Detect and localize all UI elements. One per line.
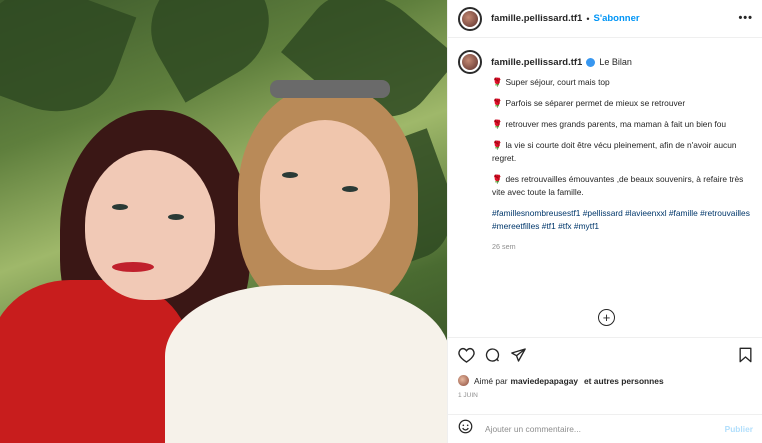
caption-header: famille.pellissard.tf1 Le Bilan (458, 50, 756, 74)
caption-line-text: Super séjour, court mais top (505, 77, 610, 87)
action-icons (458, 347, 527, 363)
rose-emoji-icon: 🌹 (492, 77, 503, 87)
woman-left-red-top (0, 280, 190, 443)
post-caption: famille.pellissard.tf1 Le Bilan 🌹 Super s… (458, 50, 756, 251)
caption-line-text: retrouver mes grands parents, ma maman à… (505, 119, 727, 129)
caption-line-text: Parfois se séparer permet de mieux se re… (505, 98, 686, 108)
save-bookmark-icon[interactable] (738, 347, 753, 368)
background-leaf (0, 0, 137, 131)
post-date[interactable]: 1 JUIN (458, 392, 478, 399)
caption-avatar[interactable] (458, 50, 482, 74)
woman-right-white-top (165, 285, 447, 443)
post-header: famille.pellissard.tf1 • S'abonner ••• (448, 0, 762, 38)
comment-input[interactable] (485, 424, 705, 434)
rose-emoji-icon: 🌹 (492, 98, 503, 108)
caption-line: 🌹 retrouver mes grands parents, ma maman … (492, 118, 756, 131)
verified-badge-icon (586, 57, 596, 67)
woman-left-lips (112, 262, 154, 272)
caption-body: 🌹 Super séjour, court mais top 🌹 Parfois s… (492, 76, 756, 251)
post-photo[interactable] (0, 0, 447, 443)
like-heart-icon[interactable] (458, 347, 475, 363)
woman-right-eye (282, 172, 298, 178)
liker-avatar[interactable] (458, 375, 469, 386)
caption-line-text: des retrouvailles émouvantes ,de beaux s… (492, 174, 744, 197)
caption-line: 🌹 la vie si courte doit être vécu pleinem… (492, 139, 756, 165)
publish-button[interactable]: Publier (725, 424, 753, 434)
likes-others-link[interactable]: et autres personnes (584, 376, 664, 386)
caption-line-text: la vie si courte doit être vécu pleineme… (492, 140, 737, 163)
caption-title: Le Bilan (599, 57, 632, 67)
caption-line: 🌹 des retrouvailles émouvantes ,de beaux … (492, 173, 756, 199)
rose-emoji-icon: 🌹 (492, 140, 503, 150)
share-paper-plane-icon[interactable] (510, 347, 527, 363)
rose-emoji-icon: 🌹 (492, 119, 503, 129)
header-username[interactable]: famille.pellissard.tf1 (491, 13, 582, 24)
woman-left-face (85, 150, 215, 300)
post-side-panel: famille.pellissard.tf1 • S'abonner ••• f… (447, 0, 762, 443)
post-time-ago[interactable]: 26 sem (492, 242, 756, 251)
woman-left-eye (112, 204, 128, 210)
likes-summary: Aimé par maviedepapagay et autres person… (458, 375, 667, 386)
add-comment-bar: Publier (448, 414, 762, 443)
more-options-icon[interactable]: ••• (738, 12, 753, 24)
rose-emoji-icon: 🌹 (492, 174, 503, 184)
header-separator: • (586, 13, 590, 24)
woman-right-face (260, 120, 390, 270)
woman-left-eye (168, 214, 184, 220)
background-leaf (130, 0, 290, 103)
woman-right-eye (342, 186, 358, 192)
caption-username[interactable]: famille.pellissard.tf1 (491, 57, 582, 68)
post-actions: Aimé par maviedepapagay et autres person… (448, 337, 762, 399)
sunglasses-on-head (270, 80, 390, 98)
follow-button[interactable]: S'abonner (594, 13, 640, 24)
load-more-comments-button[interactable]: + (598, 309, 615, 326)
comment-icon[interactable] (484, 347, 501, 363)
caption-line: 🌹 Super séjour, court mais top (492, 76, 756, 89)
profile-avatar[interactable] (458, 6, 482, 31)
likes-prefix: Aimé par (474, 375, 508, 386)
liker-username[interactable]: maviedepapagay (511, 376, 579, 386)
caption-line: 🌹 Parfois se séparer permet de mieux se r… (492, 97, 756, 110)
emoji-smiley-icon[interactable] (458, 419, 473, 439)
hashtags[interactable]: #famillesnombreusestf1 #pellissard #lavi… (492, 207, 756, 232)
